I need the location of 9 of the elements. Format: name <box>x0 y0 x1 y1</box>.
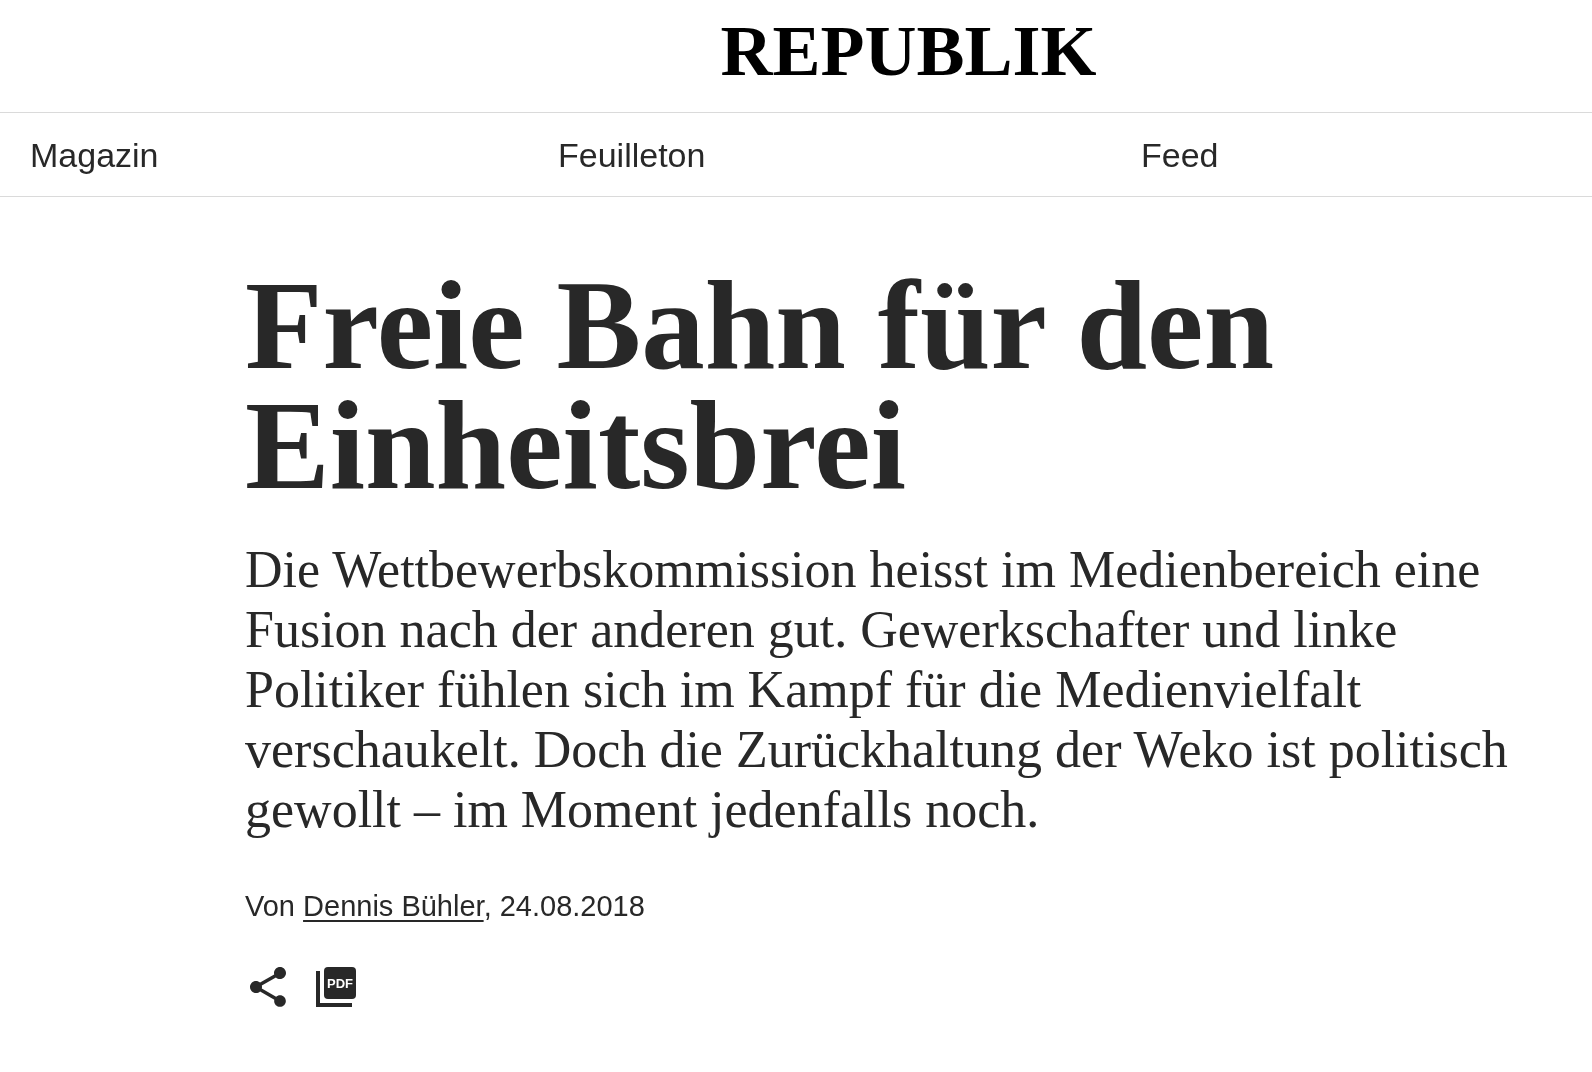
author-link[interactable]: Dennis Bühler <box>303 890 484 922</box>
article-title: Freie Bahn für den Einheitsbrei <box>245 265 1276 505</box>
share-icon[interactable] <box>250 967 286 1007</box>
nav-link[interactable]: Feuilleton <box>558 134 706 175</box>
nav-link[interactable]: Magazin <box>30 134 159 175</box>
site-logo[interactable]: REPUBLIK <box>720 15 1097 112</box>
article-lead: Die Wettbewerbskommission heisst im Medienbereich eine Fusion nach der anderen gut. Gewerkschafter und linke Politiker fühlen sich im Kampf für die Medienvielfalt verschaukelt. Doch die Zurückhaltung der Weko ist politisch gewollt – im Moment jedenfalls noch. <box>245 540 1509 840</box>
byline: Von Dennis Bühler, 24.08.2018 <box>245 889 645 924</box>
nav-link[interactable]: Feed <box>1141 134 1219 175</box>
